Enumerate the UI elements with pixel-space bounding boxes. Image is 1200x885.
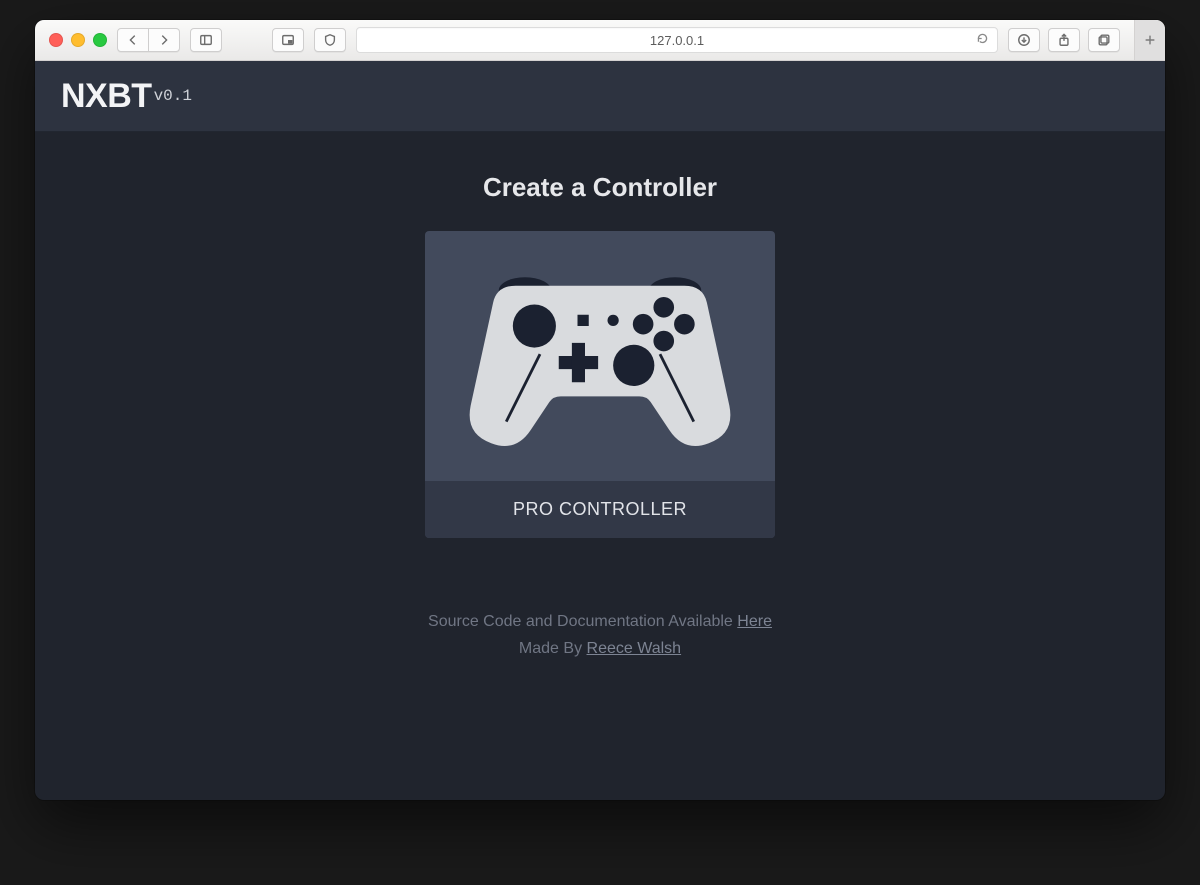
maximize-window-button[interactable] (93, 33, 107, 47)
sidebar-icon (199, 33, 213, 47)
footer: Source Code and Documentation Available … (428, 608, 772, 662)
shield-icon (323, 33, 337, 47)
download-icon (1017, 33, 1031, 47)
source-link[interactable]: Here (737, 613, 772, 630)
new-tab-button[interactable] (1134, 20, 1165, 60)
pro-controller-card[interactable]: PRO CONTROLLER (425, 231, 775, 538)
pro-controller-icon (450, 251, 750, 461)
downloads-button[interactable] (1008, 28, 1040, 52)
tabs-button[interactable] (1088, 28, 1120, 52)
page-title: Create a Controller (483, 172, 717, 203)
url-bar[interactable]: 127.0.0.1 (356, 27, 998, 53)
sidebar-button[interactable] (190, 28, 222, 52)
browser-toolbar: 127.0.0.1 (35, 20, 1165, 61)
tabs-icon (1097, 33, 1111, 47)
author-link[interactable]: Reece Walsh (587, 640, 682, 657)
reload-icon (976, 32, 989, 45)
main-area: Create a Controller (35, 132, 1165, 800)
version-label: v0.1 (154, 87, 192, 105)
share-button[interactable] (1048, 28, 1080, 52)
minimize-window-button[interactable] (71, 33, 85, 47)
app-header: NXBT v0.1 (35, 61, 1165, 132)
toolbar-right (1008, 28, 1120, 52)
share-icon (1057, 33, 1071, 47)
footer-line-1: Source Code and Documentation Available … (428, 608, 772, 635)
forward-button[interactable] (149, 28, 180, 52)
chevron-left-icon (126, 33, 140, 47)
close-window-button[interactable] (49, 33, 63, 47)
reload-button[interactable] (976, 32, 989, 48)
controller-illustration (425, 231, 775, 481)
pip-icon (281, 33, 295, 47)
pip-button[interactable] (272, 28, 304, 52)
brand-name: NXBT (61, 77, 152, 116)
navigation-buttons (117, 28, 180, 52)
plus-icon (1143, 33, 1157, 47)
url-text: 127.0.0.1 (650, 33, 704, 48)
card-caption: PRO CONTROLLER (425, 481, 775, 538)
footer-line-2: Made By Reece Walsh (428, 635, 772, 662)
back-button[interactable] (117, 28, 149, 52)
privacy-button[interactable] (314, 28, 346, 52)
chevron-right-icon (157, 33, 171, 47)
page-content: NXBT v0.1 Create a Controller (35, 61, 1165, 800)
browser-window: 127.0.0.1 NXBT v0.1 Create a C (35, 20, 1165, 800)
window-controls (49, 33, 107, 47)
